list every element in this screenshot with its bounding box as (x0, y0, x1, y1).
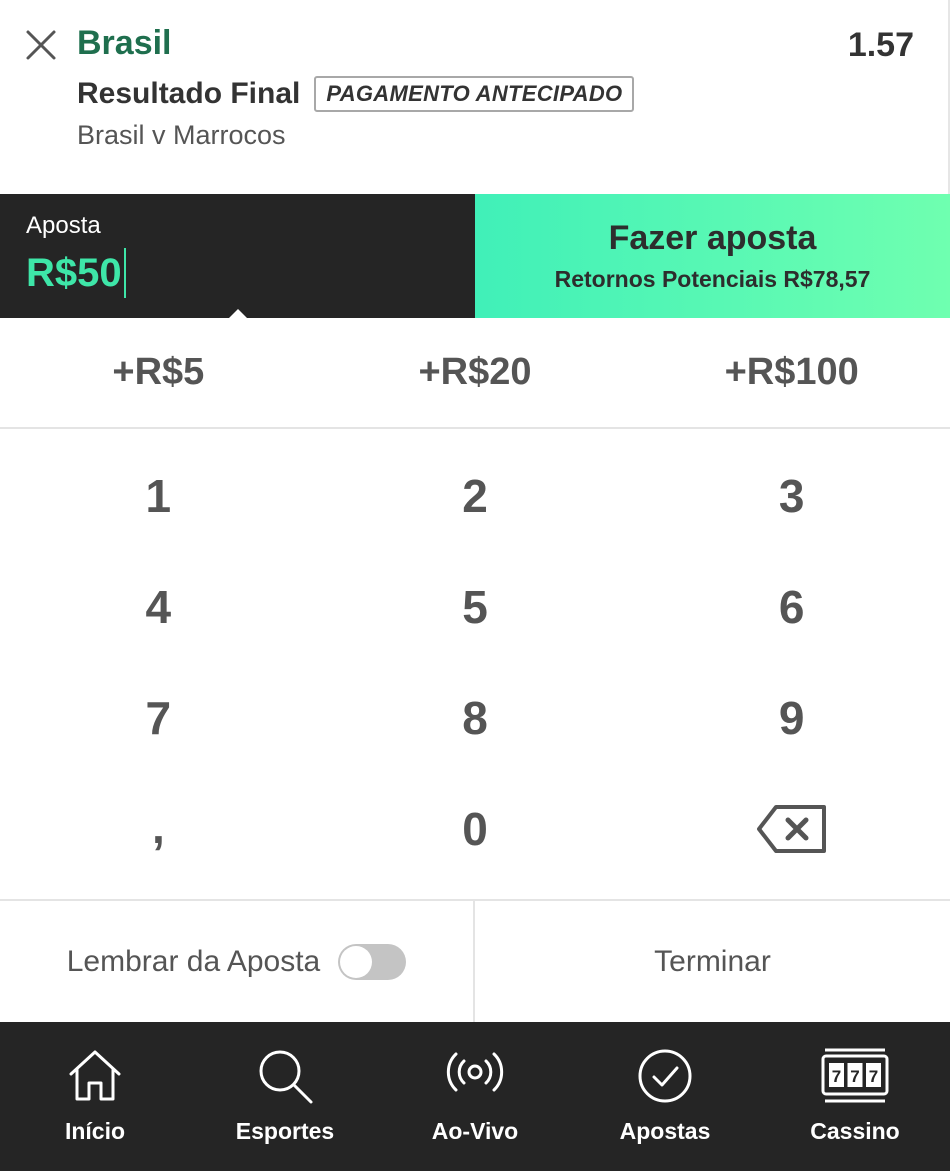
place-bet-button[interactable]: Fazer aposta Retornos Potenciais R$78,57 (475, 194, 950, 318)
quick-stake-20-button[interactable]: +R$20 (317, 318, 634, 427)
key-4[interactable]: 4 (0, 551, 317, 662)
nav-item-live[interactable]: Ao-Vivo (380, 1022, 570, 1171)
backspace-button[interactable] (633, 773, 950, 884)
key-6[interactable]: 6 (633, 551, 950, 662)
stake-row: Aposta R$50 Fazer aposta Retornos Potenc… (0, 194, 950, 319)
check-circle-icon (638, 1049, 692, 1103)
market-row: Resultado Final PAGAMENTO ANTECIPADO (77, 76, 635, 112)
event-name: Brasil v Marrocos (77, 120, 286, 150)
home-icon (69, 1050, 121, 1101)
text-caret (123, 248, 126, 298)
slot-reel-7: 7 (832, 1067, 841, 1086)
key-0[interactable]: 0 (317, 773, 634, 884)
nav-item-sports[interactable]: Esportes (190, 1022, 380, 1171)
stake-value: R$50 (26, 250, 122, 295)
nav-label-bets: Apostas (619, 1118, 711, 1144)
remember-bet-toggle[interactable] (338, 943, 407, 980)
close-icon[interactable] (22, 26, 60, 64)
early-payout-badge: PAGAMENTO ANTECIPADO (314, 76, 635, 112)
search-icon (259, 1050, 313, 1104)
key-5[interactable]: 5 (317, 551, 634, 662)
toggle-knob (340, 945, 373, 978)
quick-stake-row: +R$5 +R$20 +R$100 (0, 318, 950, 429)
live-broadcast-icon (446, 1052, 504, 1092)
backspace-icon (756, 804, 826, 853)
key-7[interactable]: 7 (0, 662, 317, 773)
potential-returns: Retornos Potenciais R$78,57 (554, 266, 871, 292)
key-9[interactable]: 9 (633, 662, 950, 773)
place-bet-title: Fazer aposta (608, 219, 817, 257)
selection-odds: 1.57 (847, 26, 914, 64)
remember-bet: Lembrar da Aposta (0, 901, 475, 1022)
key-3[interactable]: 3 (633, 440, 950, 551)
bet-selection: Brasil 1.57 Resultado Final PAGAMENTO AN… (0, 0, 950, 194)
nav-item-home[interactable]: Início (0, 1022, 190, 1171)
slot-reel-7: 7 (869, 1067, 878, 1086)
quick-stake-5-button[interactable]: +R$5 (0, 318, 317, 427)
bottom-nav: Início Esportes Ao-Vivo Apostas 7 7 7 Ca… (0, 1022, 950, 1171)
selection-name: Brasil (77, 24, 172, 62)
betslip-footer: Lembrar da Aposta Terminar (0, 899, 950, 1022)
stake-input[interactable]: Aposta R$50 (0, 194, 475, 319)
nav-label-home: Início (64, 1118, 126, 1144)
nav-label-sports: Esportes (235, 1118, 335, 1144)
stake-value-wrap: R$50 (26, 248, 126, 298)
nav-item-casino[interactable]: 7 7 7 Cassino (760, 1022, 950, 1171)
numeric-keypad: 1 2 3 4 5 6 7 8 9 , 0 (0, 430, 950, 898)
nav-label-casino: Cassino (810, 1118, 900, 1144)
remember-bet-label: Lembrar da Aposta (66, 944, 321, 978)
key-1[interactable]: 1 (0, 440, 317, 551)
nav-label-live: Ao-Vivo (431, 1118, 519, 1144)
key-2[interactable]: 2 (317, 440, 634, 551)
done-button[interactable]: Terminar (475, 901, 950, 1022)
quick-stake-100-button[interactable]: +R$100 (633, 318, 950, 427)
key-8[interactable]: 8 (317, 662, 634, 773)
market-name: Resultado Final (77, 77, 301, 110)
slot-machine-icon: 7 7 7 (821, 1048, 889, 1103)
key-comma[interactable]: , (0, 773, 317, 884)
slot-reel-7: 7 (850, 1067, 859, 1086)
stake-label: Aposta (26, 212, 101, 239)
nav-item-bets[interactable]: Apostas (570, 1022, 760, 1171)
